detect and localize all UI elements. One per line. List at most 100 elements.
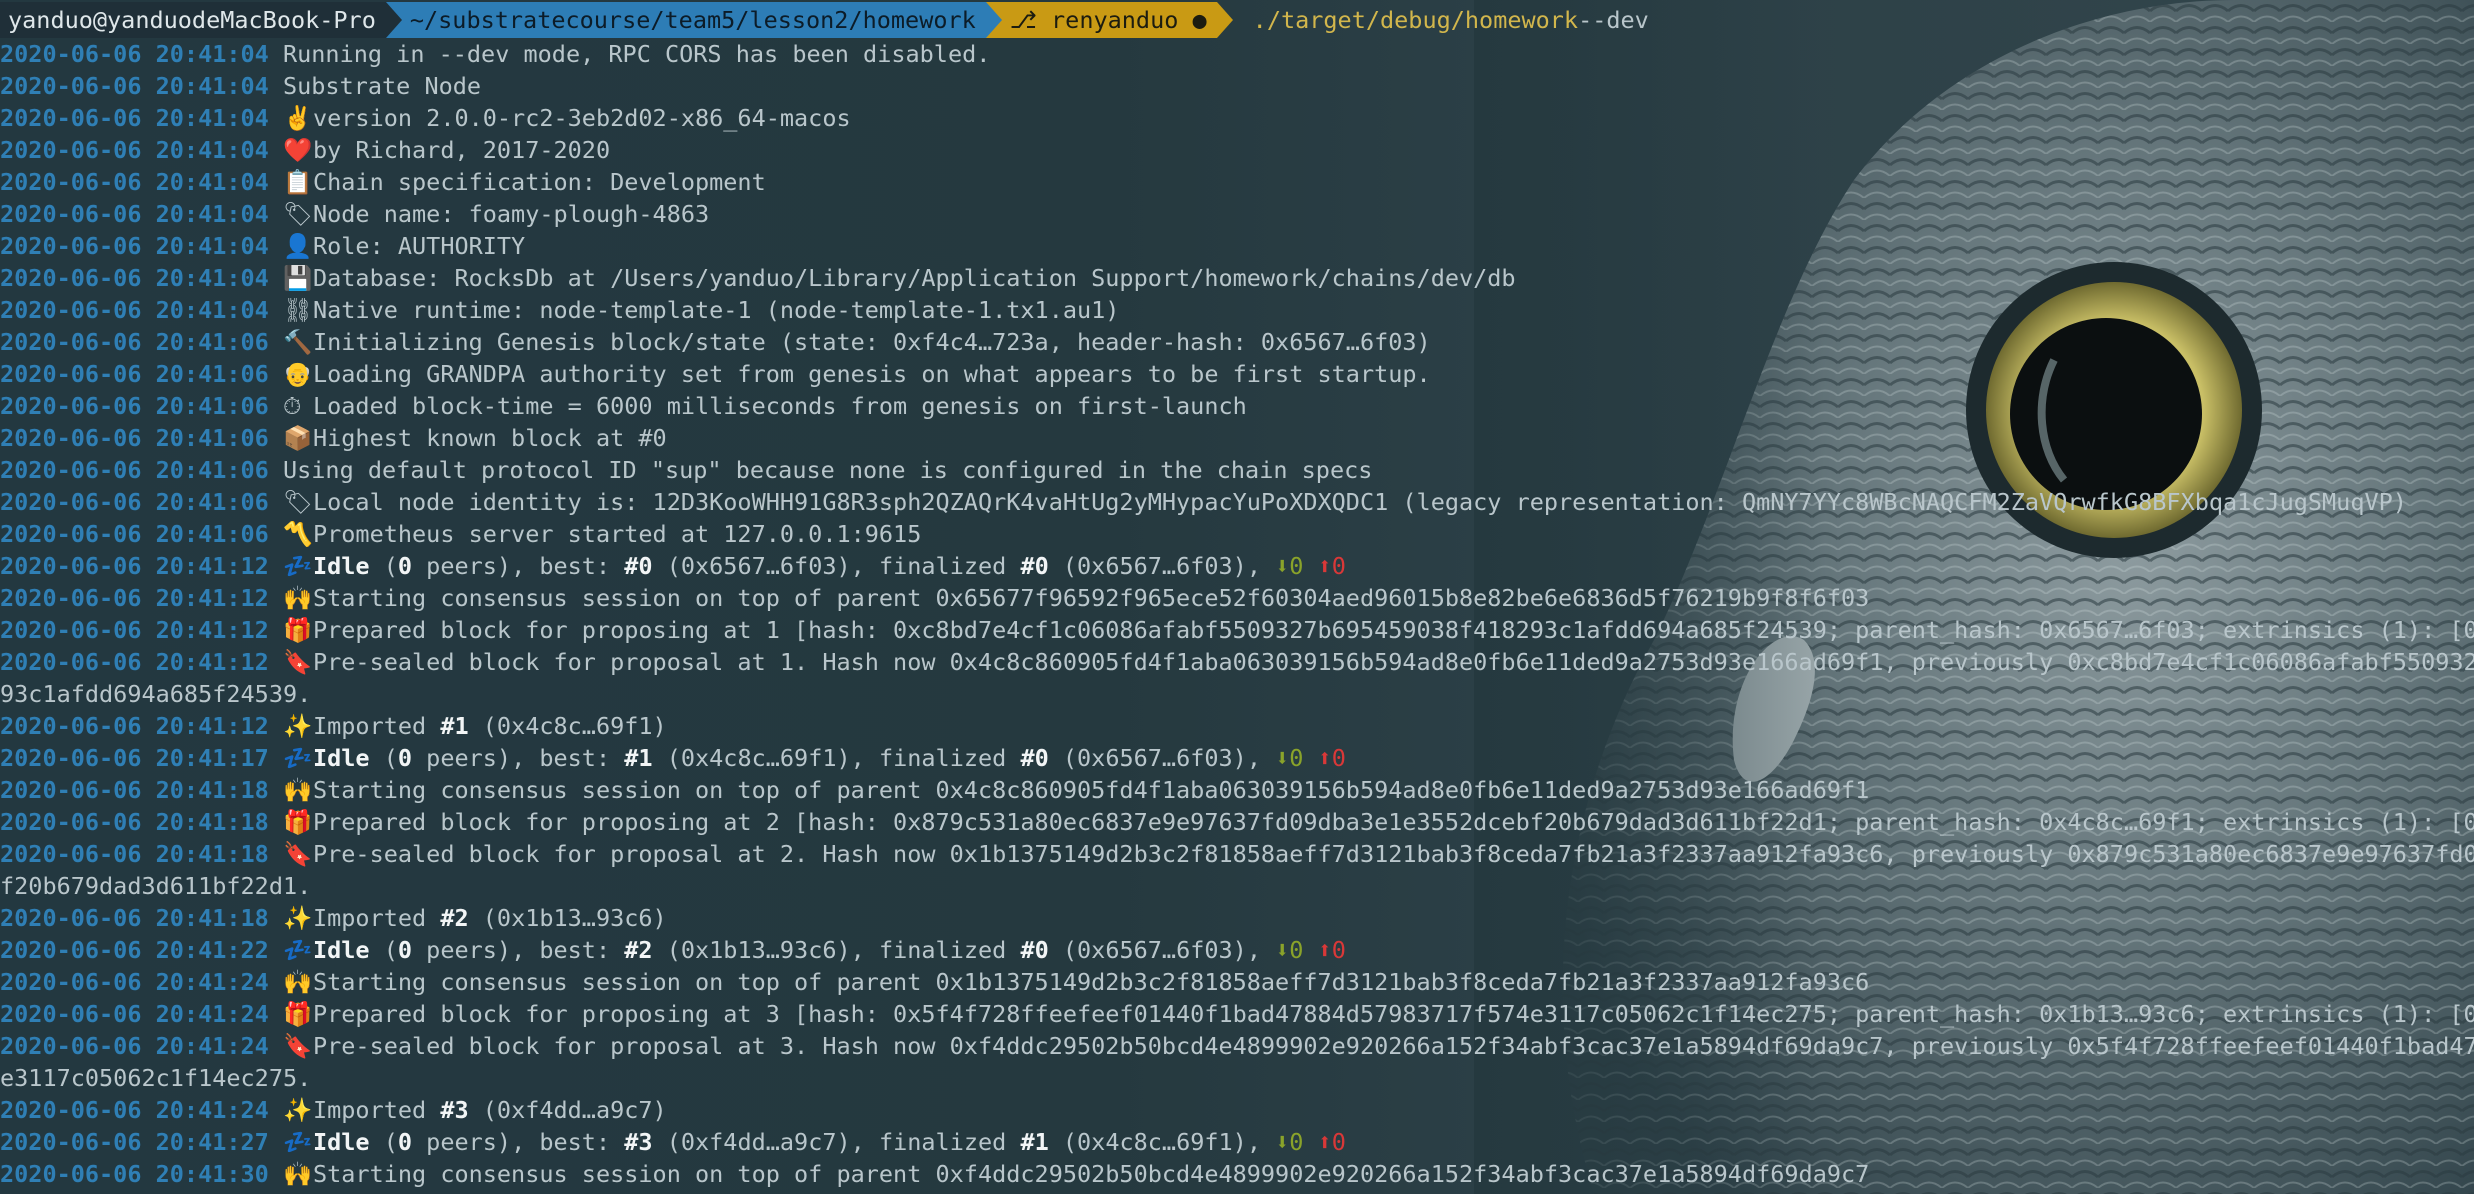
log-message: Pre-sealed block for proposal at 2. Hash… xyxy=(312,840,2474,868)
log-wrap-text: 93c1afdd694a685f24539. xyxy=(0,680,312,708)
log-emoji-icon: 💤 xyxy=(282,936,313,964)
log-timestamp: 2020-06-06 20:41:18 xyxy=(0,776,269,804)
log-line: 2020-06-06 20:41:12 🎁Prepared block for … xyxy=(0,614,2474,646)
log-line: 2020-06-06 20:41:12 💤Idle (0 peers), bes… xyxy=(0,550,2474,582)
log-line: 2020-06-06 20:41:04 📋Chain specification… xyxy=(0,166,2474,198)
log-timestamp: 2020-06-06 20:41:04 xyxy=(0,200,269,228)
idle-status: Idle (0 peers), best: #3 (0xf4dd…a9c7), … xyxy=(312,1128,1346,1156)
download-arrow-icon: ⬇ xyxy=(1275,744,1290,772)
finalized-block: #0 xyxy=(1020,936,1049,964)
shell-prompt: yanduo@yanduodeMacBook-Pro ~/substratecou… xyxy=(0,2,1649,38)
log-line: 2020-06-06 20:41:04 Substrate Node xyxy=(0,70,2474,102)
log-emoji-icon: 📦 xyxy=(282,424,313,452)
imported-message: Imported #2 (0x1b13…93c6) xyxy=(313,904,667,932)
log-emoji-icon: 🔨 xyxy=(282,328,313,356)
log-line: 2020-06-06 20:41:06 🏷Local node identity… xyxy=(0,486,2474,518)
best-hash: (0xf4dd…a9c7) xyxy=(666,1128,851,1156)
log-timestamp: 2020-06-06 20:41:27 xyxy=(0,1128,269,1156)
log-line: 2020-06-06 20:41:24 🔖Pre-sealed block fo… xyxy=(0,1030,2474,1062)
log-line: 2020-06-06 20:41:04 👤Role: AUTHORITY xyxy=(0,230,2474,262)
log-message: Starting consensus session on top of par… xyxy=(312,968,1870,996)
log-line: 2020-06-06 20:41:06 Using default protoc… xyxy=(0,454,2474,486)
log-emoji-icon: 👤 xyxy=(282,232,313,260)
download-count: 0 xyxy=(1289,552,1304,580)
log-line: 2020-06-06 20:41:12 🔖Pre-sealed block fo… xyxy=(0,646,2474,678)
log-line: 2020-06-06 20:41:24 ✨Imported #3 (0xf4dd… xyxy=(0,1094,2474,1126)
idle-label: Idle xyxy=(312,552,370,580)
log-message: Initializing Genesis block/state (state:… xyxy=(312,328,1431,356)
log-timestamp: 2020-06-06 20:41:04 xyxy=(0,168,269,196)
log-timestamp: 2020-06-06 20:41:22 xyxy=(0,936,269,964)
log-emoji-icon: 🎁 xyxy=(282,808,313,836)
log-emoji-icon: ✨ xyxy=(282,1096,313,1124)
log-line: 2020-06-06 20:41:18 ✨Imported #2 (0x1b13… xyxy=(0,902,2474,934)
log-timestamp: 2020-06-06 20:41:06 xyxy=(0,328,269,356)
upload-arrow-icon: ⬆ xyxy=(1317,744,1332,772)
command-flag[interactable]: --dev xyxy=(1578,4,1649,36)
prompt-separator xyxy=(385,2,402,38)
prompt-separator xyxy=(1216,2,1233,38)
log-timestamp: 2020-06-06 20:41:04 xyxy=(0,40,269,68)
log-emoji-icon: 〽️ xyxy=(282,520,313,548)
log-emoji-icon: 💤 xyxy=(282,744,313,772)
log-line: 2020-06-06 20:41:06 🔨Initializing Genesi… xyxy=(0,326,2474,358)
log-timestamp: 2020-06-06 20:41:12 xyxy=(0,584,269,612)
finalized-hash: (0x6567…6f03) xyxy=(1062,744,1247,772)
log-message: Running in --dev mode, RPC CORS has been… xyxy=(282,40,991,68)
log-wrap-text: f20b679dad3d611bf22d1. xyxy=(0,872,312,900)
log-message: Starting consensus session on top of par… xyxy=(312,1160,1870,1188)
command-text[interactable]: ./target/debug/homework xyxy=(1233,4,1578,36)
log-emoji-icon: 💤 xyxy=(282,552,313,580)
prompt-git-segment: ⎇ renyanduo ● xyxy=(1001,2,1217,38)
log-emoji-icon: 🙌 xyxy=(282,1160,313,1188)
peer-count: 0 xyxy=(397,552,413,580)
peer-count: 0 xyxy=(397,936,413,964)
idle-status: Idle (0 peers), best: #1 (0x4c8c…69f1), … xyxy=(312,744,1346,772)
log-message: by Richard, 2017-2020 xyxy=(312,136,611,164)
log-emoji-icon: ⛓ xyxy=(282,296,313,324)
log-line: 2020-06-06 20:41:18 🔖Pre-sealed block fo… xyxy=(0,838,2474,870)
imported-block-number: #3 xyxy=(440,1096,469,1124)
log-line: 2020-06-06 20:41:17 💤Idle (0 peers), bes… xyxy=(0,742,2474,774)
log-line: 2020-06-06 20:41:06 〽️Prometheus server … xyxy=(0,518,2474,550)
log-line: 93c1afdd694a685f24539. xyxy=(0,678,2474,710)
log-output[interactable]: 2020-06-06 20:41:04 Running in --dev mod… xyxy=(0,38,2474,1190)
download-arrow-icon: ⬇ xyxy=(1275,552,1290,580)
log-line: 2020-06-06 20:41:24 🎁Prepared block for … xyxy=(0,998,2474,1030)
log-line: 2020-06-06 20:41:04 ⛓Native runtime: nod… xyxy=(0,294,2474,326)
log-emoji-icon: 🎁 xyxy=(282,1000,313,1028)
log-timestamp: 2020-06-06 20:41:18 xyxy=(0,904,269,932)
upload-count: 0 xyxy=(1331,552,1346,580)
imported-block-number: #1 xyxy=(440,712,469,740)
log-emoji-icon: 🏷 xyxy=(282,200,313,228)
idle-label: Idle xyxy=(312,1128,370,1156)
log-line: 2020-06-06 20:41:24 🙌Starting consensus … xyxy=(0,966,2474,998)
log-line: e3117c05062c1f14ec275. xyxy=(0,1062,2474,1094)
log-message: Prometheus server started at 127.0.0.1:9… xyxy=(312,520,922,548)
download-count: 0 xyxy=(1289,1128,1304,1156)
best-hash: (0x4c8c…69f1) xyxy=(666,744,851,772)
finalized-block: #0 xyxy=(1020,552,1049,580)
finalized-hash: (0x6567…6f03) xyxy=(1062,552,1247,580)
log-message: Node name: foamy-plough-4863 xyxy=(312,200,710,228)
log-message: Role: AUTHORITY xyxy=(312,232,526,260)
upload-count: 0 xyxy=(1331,1128,1346,1156)
log-message: Database: RocksDb at /Users/yanduo/Libra… xyxy=(312,264,1516,292)
log-line: 2020-06-06 20:41:12 ✨Imported #1 (0x4c8c… xyxy=(0,710,2474,742)
imported-label: Imported xyxy=(312,712,441,740)
log-line: 2020-06-06 20:41:18 🙌Starting consensus … xyxy=(0,774,2474,806)
log-timestamp: 2020-06-06 20:41:06 xyxy=(0,424,269,452)
idle-status: Idle (0 peers), best: #0 (0x6567…6f03), … xyxy=(312,552,1346,580)
terminal-window[interactable]: yanduo@yanduodeMacBook-Pro ~/substratecou… xyxy=(0,0,2474,1194)
log-emoji-icon: 🙌 xyxy=(282,968,313,996)
log-line: 2020-06-06 20:41:04 🏷Node name: foamy-pl… xyxy=(0,198,2474,230)
log-message: Starting consensus session on top of par… xyxy=(312,776,1870,804)
log-message: Loaded block-time = 6000 milliseconds fr… xyxy=(312,392,1247,420)
peer-count: 0 xyxy=(397,1128,413,1156)
imported-block-number: #2 xyxy=(440,904,469,932)
log-timestamp: 2020-06-06 20:41:30 xyxy=(0,1160,269,1188)
imported-hash: (0x1b13…93c6) xyxy=(468,904,667,932)
imported-hash: (0x4c8c…69f1) xyxy=(468,712,667,740)
imported-label: Imported xyxy=(312,904,441,932)
download-arrow-icon: ⬇ xyxy=(1275,1128,1290,1156)
